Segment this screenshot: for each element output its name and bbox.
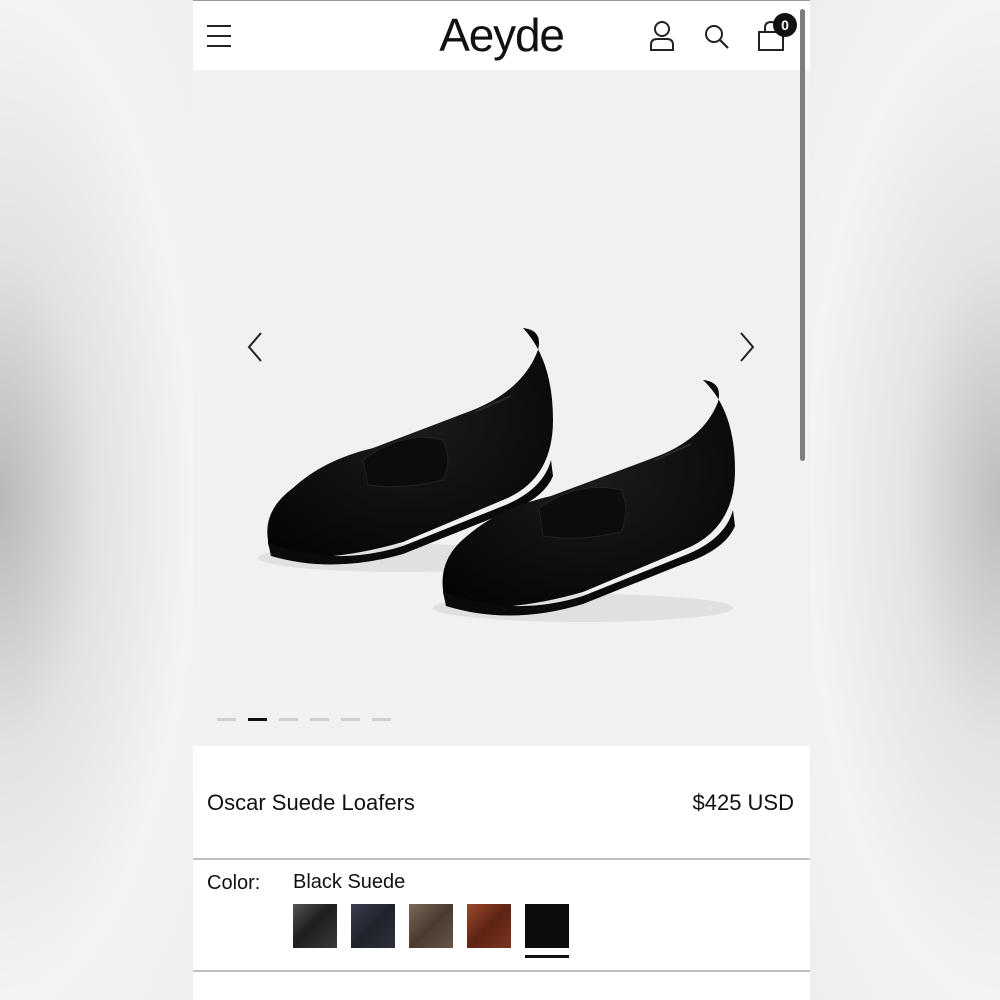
gallery-dot[interactable] (310, 718, 329, 721)
gallery-pagination (217, 718, 391, 722)
product-title: Oscar Suede Loafers (207, 790, 415, 815)
selected-color-name: Black Suede (293, 871, 406, 893)
color-swatch[interactable] (351, 904, 395, 948)
product-image-black-suede-loafers (258, 328, 735, 622)
product-price: $425 USD (692, 790, 794, 815)
shopping-bag-icon[interactable]: 0 (755, 13, 797, 53)
color-swatch[interactable] (467, 904, 511, 948)
mobile-screen: Aeyde 0 Oscar Suede Loafers $425 USD Col… (193, 0, 810, 1000)
gallery-dot[interactable] (279, 718, 298, 721)
scrollbar[interactable] (800, 9, 805, 461)
product-image-gallery[interactable] (193, 70, 810, 746)
gallery-dot[interactable] (372, 718, 391, 721)
gallery-dot[interactable] (217, 718, 236, 721)
search-icon[interactable] (701, 19, 733, 53)
color-swatches (293, 904, 569, 958)
page-background-right (810, 0, 1000, 1000)
account-icon[interactable] (646, 19, 678, 53)
gallery-dot-active[interactable] (248, 718, 267, 721)
color-swatch-selected[interactable] (525, 904, 569, 958)
color-swatch[interactable] (409, 904, 453, 948)
page-background-left (0, 0, 193, 1000)
color-label: Color: (207, 872, 261, 894)
product-info: Oscar Suede Loafers $425 USD (193, 746, 810, 860)
cart-count-badge: 0 (773, 13, 797, 37)
color-selector: Color: Black Suede (193, 860, 810, 972)
gallery-dot[interactable] (341, 718, 360, 721)
header-bar: Aeyde 0 (193, 1, 810, 70)
color-swatch[interactable] (293, 904, 337, 948)
